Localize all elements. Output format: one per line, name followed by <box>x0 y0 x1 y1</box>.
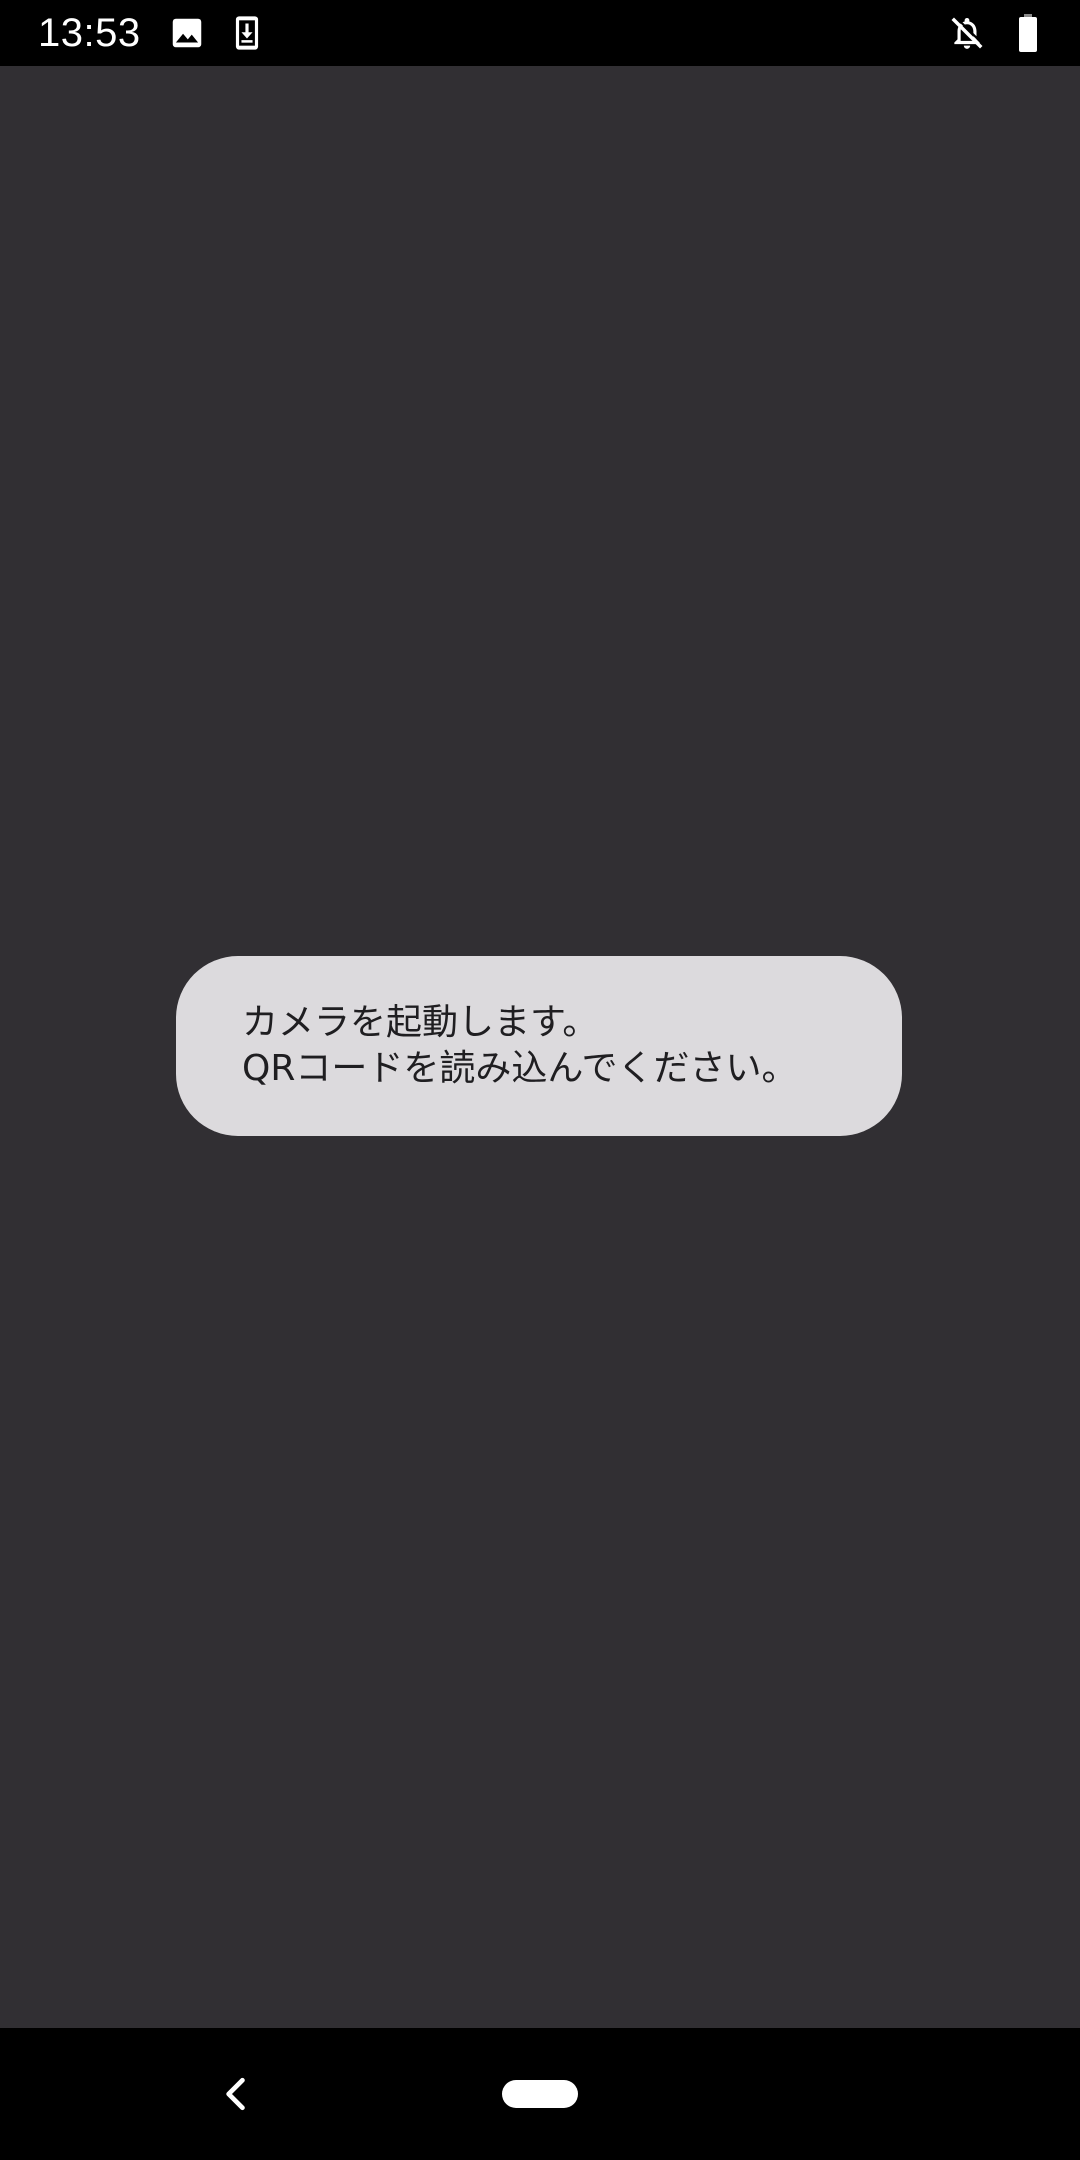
battery-icon <box>1010 14 1046 52</box>
toast-line-1: カメラを起動します。 <box>242 1002 599 1043</box>
back-icon[interactable] <box>214 2072 258 2116</box>
image-icon <box>168 14 206 52</box>
toast-line-2: QRコードを読み込んでください。 <box>242 1048 798 1089</box>
status-time: 13:53 <box>38 11 141 55</box>
download-icon <box>228 14 266 52</box>
home-pill-icon[interactable] <box>502 2080 578 2108</box>
navigation-bar <box>0 2028 1080 2160</box>
status-bar: 13:53 <box>0 0 1080 66</box>
toast-message: カメラを起動します。 QRコードを読み込んでください。 <box>176 956 902 1136</box>
notifications-off-icon <box>948 14 986 52</box>
